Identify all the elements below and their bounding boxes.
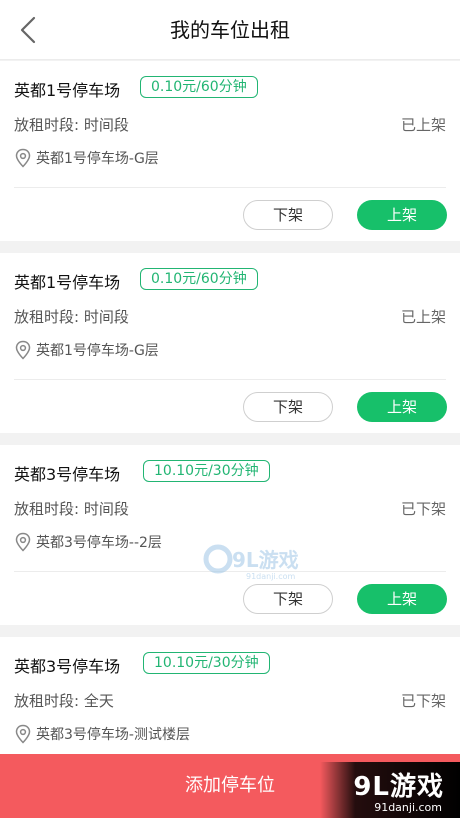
location-pin-icon bbox=[15, 724, 31, 744]
rate-badge: 10.10元/30分钟 bbox=[143, 460, 270, 482]
location-row: 英都1号停车场-G层 bbox=[14, 147, 159, 169]
location-text: 英都3号停车场-测试楼层 bbox=[36, 727, 190, 743]
rental-period: 放租时段: 时间段 bbox=[14, 308, 129, 326]
location-text: 英都3号停车场--2层 bbox=[36, 535, 162, 551]
location-pin-icon bbox=[15, 532, 31, 552]
rental-period: 放租时段: 时间段 bbox=[14, 500, 129, 518]
location-row: 英都3号停车场-测试楼层 bbox=[14, 723, 190, 745]
parking-list: 英都1号停车场 0.10元/60分钟 放租时段: 时间段 已上架 英都1号停车场… bbox=[0, 61, 460, 767]
parking-name: 英都3号停车场 bbox=[14, 657, 121, 676]
put-up-button[interactable]: 上架 bbox=[357, 584, 447, 614]
put-up-button[interactable]: 上架 bbox=[357, 392, 447, 422]
parking-name: 英都1号停车场 bbox=[14, 273, 121, 292]
rate-badge: 10.10元/30分钟 bbox=[143, 652, 270, 674]
location-row: 英都3号停车场--2层 bbox=[14, 531, 162, 553]
location-pin-icon bbox=[15, 340, 31, 360]
page-title: 我的车位出租 bbox=[170, 18, 290, 42]
take-down-button[interactable]: 下架 bbox=[243, 200, 333, 230]
divider bbox=[14, 379, 446, 380]
status-label: 已下架 bbox=[400, 500, 446, 518]
rental-period: 放租时段: 全天 bbox=[14, 692, 114, 710]
status-label: 已上架 bbox=[400, 116, 446, 134]
take-down-button[interactable]: 下架 bbox=[243, 584, 333, 614]
rental-period: 放租时段: 时间段 bbox=[14, 116, 129, 134]
status-label: 已下架 bbox=[400, 692, 446, 710]
take-down-button[interactable]: 下架 bbox=[243, 392, 333, 422]
location-row: 英都1号停车场-G层 bbox=[14, 339, 159, 361]
watermark-small-logo: 9L游戏 bbox=[232, 548, 299, 572]
parking-card: 英都3号停车场 10.10元/30分钟 放租时段: 全天 已下架 英都3号停车场… bbox=[0, 637, 460, 767]
watermark-logo: 9L游戏 91danji.com bbox=[202, 541, 302, 581]
parking-name: 英都3号停车场 bbox=[14, 465, 121, 484]
header-bar: 我的车位出租 bbox=[0, 0, 460, 60]
parking-name: 英都1号停车场 bbox=[14, 81, 121, 100]
watermark-logo-text: 9L游戏 bbox=[353, 772, 444, 802]
watermark-url: 91danji.com bbox=[374, 801, 442, 814]
put-up-button[interactable]: 上架 bbox=[357, 200, 447, 230]
location-text: 英都1号停车场-G层 bbox=[36, 343, 159, 359]
status-label: 已上架 bbox=[400, 308, 446, 326]
watermark-banner: 9L游戏 91danji.com bbox=[320, 762, 460, 818]
rate-badge: 0.10元/60分钟 bbox=[140, 76, 258, 98]
location-pin-icon bbox=[15, 148, 31, 168]
rate-badge: 0.10元/60分钟 bbox=[140, 268, 258, 290]
parking-card: 英都3号停车场 10.10元/30分钟 放租时段: 时间段 已下架 英都3号停车… bbox=[0, 445, 460, 625]
parking-card: 英都1号停车场 0.10元/60分钟 放租时段: 时间段 已上架 英都1号停车场… bbox=[0, 61, 460, 241]
divider bbox=[14, 187, 446, 188]
watermark-small-url: 91danji.com bbox=[246, 572, 296, 581]
parking-card: 英都1号停车场 0.10元/60分钟 放租时段: 时间段 已上架 英都1号停车场… bbox=[0, 253, 460, 433]
location-text: 英都1号停车场-G层 bbox=[36, 151, 159, 167]
